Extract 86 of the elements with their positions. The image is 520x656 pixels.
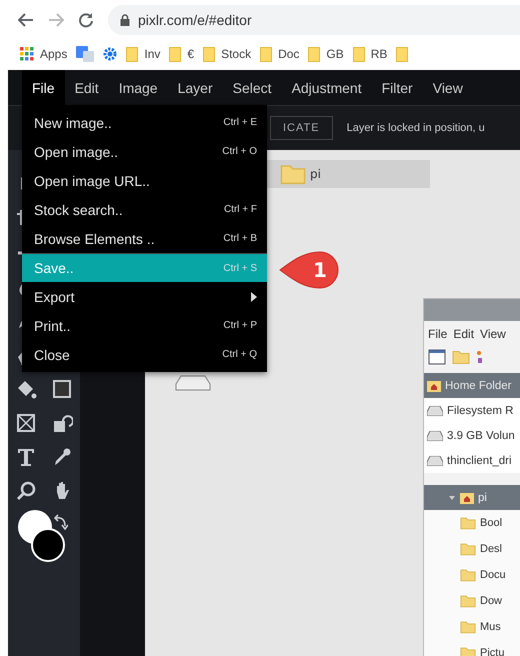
folder-icon [460, 594, 476, 608]
bookmark-link[interactable]: Stock [221, 47, 252, 61]
place-item[interactable]: Home Folder [424, 373, 520, 398]
menu-item[interactable]: Browse Elements .. Ctrl + B [22, 224, 267, 253]
bookmark-link[interactable]: Doc [278, 47, 300, 61]
menu-item[interactable]: Export [22, 282, 267, 311]
home-folder-icon [460, 492, 474, 504]
menu-item[interactable]: Edit [453, 327, 474, 341]
shape-icon[interactable] [51, 412, 73, 434]
expander-icon[interactable] [448, 494, 456, 502]
bookmark-link[interactable]: Inv [144, 47, 160, 61]
status-message: Layer is locked in position, u [346, 122, 485, 134]
tree-item[interactable]: pi [424, 485, 520, 510]
menu-item[interactable]: View [480, 327, 506, 341]
drive-icon [427, 430, 443, 440]
frame-icon[interactable] [15, 412, 37, 434]
tree-item[interactable]: Docu [424, 562, 520, 588]
new-folder-icon [452, 349, 470, 365]
place-item[interactable]: Filesystem R [424, 398, 520, 423]
menu-item[interactable]: Open image.. Ctrl + O [22, 137, 267, 166]
folder-icon [280, 163, 306, 185]
background-color-swatch[interactable] [31, 528, 65, 562]
folder-icon [460, 542, 476, 556]
zoom-icon[interactable] [15, 480, 37, 502]
menu-item[interactable]: Stock search.. Ctrl + F [22, 195, 267, 224]
folder-icon [203, 46, 216, 62]
folder-icon [460, 568, 476, 582]
new-window-icon[interactable] [428, 349, 446, 365]
bookmark-link[interactable]: RB [370, 47, 388, 61]
bookmark-link[interactable]: € [187, 47, 194, 61]
home-folder-icon [427, 380, 441, 392]
menu-tab[interactable]: Filter [372, 70, 423, 105]
menu-item[interactable]: File [428, 327, 448, 341]
menu-tab[interactable]: Layer [168, 70, 223, 105]
text-tool-icon[interactable] [15, 446, 37, 468]
shortcut-label: Ctrl + O [222, 146, 257, 157]
place-item[interactable]: 3.9 GB Volun [424, 423, 520, 448]
place-item[interactable]: thinclient_dri [424, 448, 520, 473]
tree-item[interactable]: Mus [424, 614, 520, 640]
tree-item[interactable]: Desl [424, 536, 520, 562]
drive-icon [175, 375, 211, 391]
settings-icon [103, 47, 118, 61]
address-bar[interactable]: pixlr.com/e/#editor [108, 5, 520, 35]
back-arrow-icon[interactable] [18, 13, 34, 27]
swap-arrows-icon[interactable] [54, 514, 68, 530]
option-button[interactable]: ICATE [270, 116, 333, 140]
shortcut-label: Ctrl + S [223, 262, 257, 274]
lock-icon [120, 14, 130, 26]
tree-item[interactable]: Pictu [424, 640, 520, 656]
bookmark-link[interactable]: Apps [40, 47, 68, 61]
menu-tab[interactable]: Edit [64, 70, 109, 105]
folder-icon [169, 46, 182, 62]
drive-icon [427, 456, 443, 466]
menu-item[interactable]: Close Ctrl + Q [22, 340, 267, 369]
tree-item[interactable]: Dow [424, 588, 520, 614]
folder-icon [352, 46, 365, 62]
reload-icon[interactable] [78, 12, 94, 28]
shortcut-label: Ctrl + B [223, 233, 257, 244]
folder-icon [308, 46, 320, 62]
menu-item[interactable]: New image.. Ctrl + E [22, 108, 267, 137]
shortcut-label: Ctrl + Q [222, 349, 257, 360]
folder-icon [126, 46, 138, 62]
translate-icon [76, 46, 94, 62]
folder-icon [460, 646, 476, 656]
shortcut-label: Ctrl + F [224, 204, 257, 215]
submenu-arrow-icon [251, 292, 257, 302]
folder-icon [260, 46, 272, 62]
folder-icon [460, 620, 476, 634]
shortcut-label: Ctrl + E [223, 117, 257, 128]
shortcut-label: Ctrl + P [223, 320, 257, 331]
menu-item[interactable]: Open image URL.. [22, 166, 267, 195]
folder-icon [396, 46, 408, 62]
menu-tab[interactable]: File [22, 70, 65, 105]
drive-icon [427, 406, 443, 416]
apps-grid-icon [20, 47, 34, 61]
bookmark-link[interactable]: GB [326, 47, 344, 61]
menu-item[interactable]: Print.. Ctrl + P [22, 311, 267, 340]
menu-tab[interactable]: Adjustment [282, 70, 372, 105]
menu-tab[interactable]: Image [108, 70, 168, 105]
menu-tab[interactable]: View [422, 70, 473, 105]
gradient-icon[interactable] [51, 378, 73, 400]
url-text: pixlr.com/e/#editor [138, 12, 252, 28]
menu-tab[interactable]: Select [222, 70, 282, 105]
tree-item[interactable]: Bool [424, 510, 520, 536]
folder-label: pi [310, 167, 321, 181]
folder-icon [460, 516, 476, 530]
